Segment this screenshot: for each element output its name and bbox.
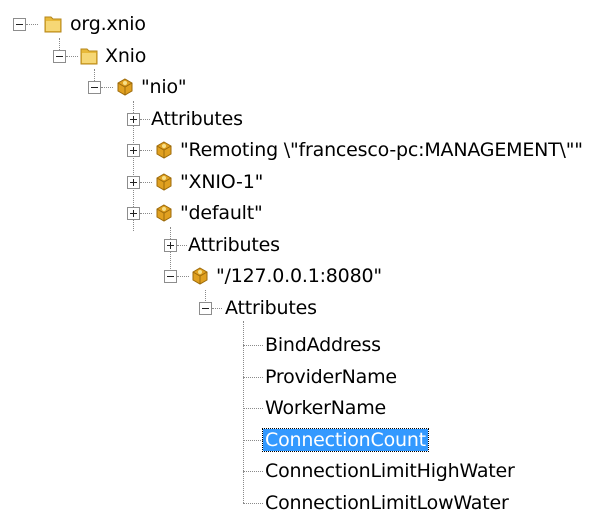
node-label: "/127.0.0.1:8080"	[216, 265, 382, 287]
mbean-icon	[156, 173, 172, 191]
node-label: "XNIO-1"	[180, 171, 264, 193]
tree-node-remoting[interactable]: "Remoting \"francesco-pc:MANAGEMENT\""	[0, 136, 611, 164]
tree-node-nio-attributes[interactable]: Attributes	[0, 105, 280, 133]
node-label: "nio"	[141, 76, 187, 98]
tree-node-org-xnio[interactable]: org.xnio	[0, 10, 200, 38]
tree-leaf-attribute[interactable]: BindAddress	[0, 331, 420, 359]
folder-icon	[44, 16, 62, 33]
node-label: Attributes	[225, 297, 317, 319]
node-label: "Remoting \"francesco-pc:MANAGEMENT\""	[180, 139, 583, 161]
mbean-icon	[117, 78, 133, 96]
node-label: ConnectionLimitHighWater	[265, 460, 515, 482]
expand-toggle[interactable]	[127, 144, 140, 157]
mbean-icon	[156, 204, 172, 222]
tree-node-nio[interactable]: "nio"	[0, 73, 220, 101]
collapse-toggle[interactable]	[199, 302, 212, 315]
mbean-icon	[192, 267, 208, 285]
expand-toggle[interactable]	[127, 113, 140, 126]
collapse-toggle[interactable]	[88, 81, 101, 94]
tree-node-xnio-1[interactable]: "XNIO-1"	[0, 168, 300, 196]
tree-leaf-attribute-selected[interactable]: ConnectionCount	[0, 426, 429, 454]
node-label: ConnectionLimitLowWater	[265, 492, 509, 514]
node-label: Attributes	[188, 234, 280, 256]
node-label: BindAddress	[265, 334, 381, 356]
expand-toggle[interactable]	[127, 176, 140, 189]
node-label: WorkerName	[265, 397, 386, 419]
folder-icon	[80, 48, 98, 65]
tree-leaf-attribute[interactable]: ConnectionLimitHighWater	[0, 457, 560, 485]
mbean-icon	[156, 141, 172, 159]
node-label: "default"	[180, 202, 263, 224]
tree-node-xnio[interactable]: Xnio	[0, 42, 200, 70]
tree-leaf-attribute[interactable]: WorkerName	[0, 394, 420, 422]
mbean-tree: org.xnio Xnio "nio" Attributes "Remoting…	[0, 0, 611, 519]
tree-node-endpoint[interactable]: "/127.0.0.1:8080"	[0, 262, 420, 290]
tree-node-default-attributes[interactable]: Attributes	[0, 231, 320, 259]
collapse-toggle[interactable]	[13, 18, 26, 31]
expand-toggle[interactable]	[164, 239, 177, 252]
node-label: Attributes	[151, 108, 243, 130]
collapse-toggle[interactable]	[164, 270, 177, 283]
tree-node-default[interactable]: "default"	[0, 199, 300, 227]
tree-leaf-attribute[interactable]: ConnectionLimitLowWater	[0, 489, 560, 517]
collapse-toggle[interactable]	[53, 50, 66, 63]
node-label: Xnio	[105, 45, 147, 67]
node-label: ProviderName	[265, 366, 397, 388]
expand-toggle[interactable]	[127, 207, 140, 220]
tree-leaf-attribute[interactable]: ProviderName	[0, 363, 420, 391]
node-label-selected: ConnectionCount	[262, 428, 429, 452]
tree-node-endpoint-attributes[interactable]: Attributes	[0, 294, 360, 322]
node-label: org.xnio	[70, 13, 146, 35]
